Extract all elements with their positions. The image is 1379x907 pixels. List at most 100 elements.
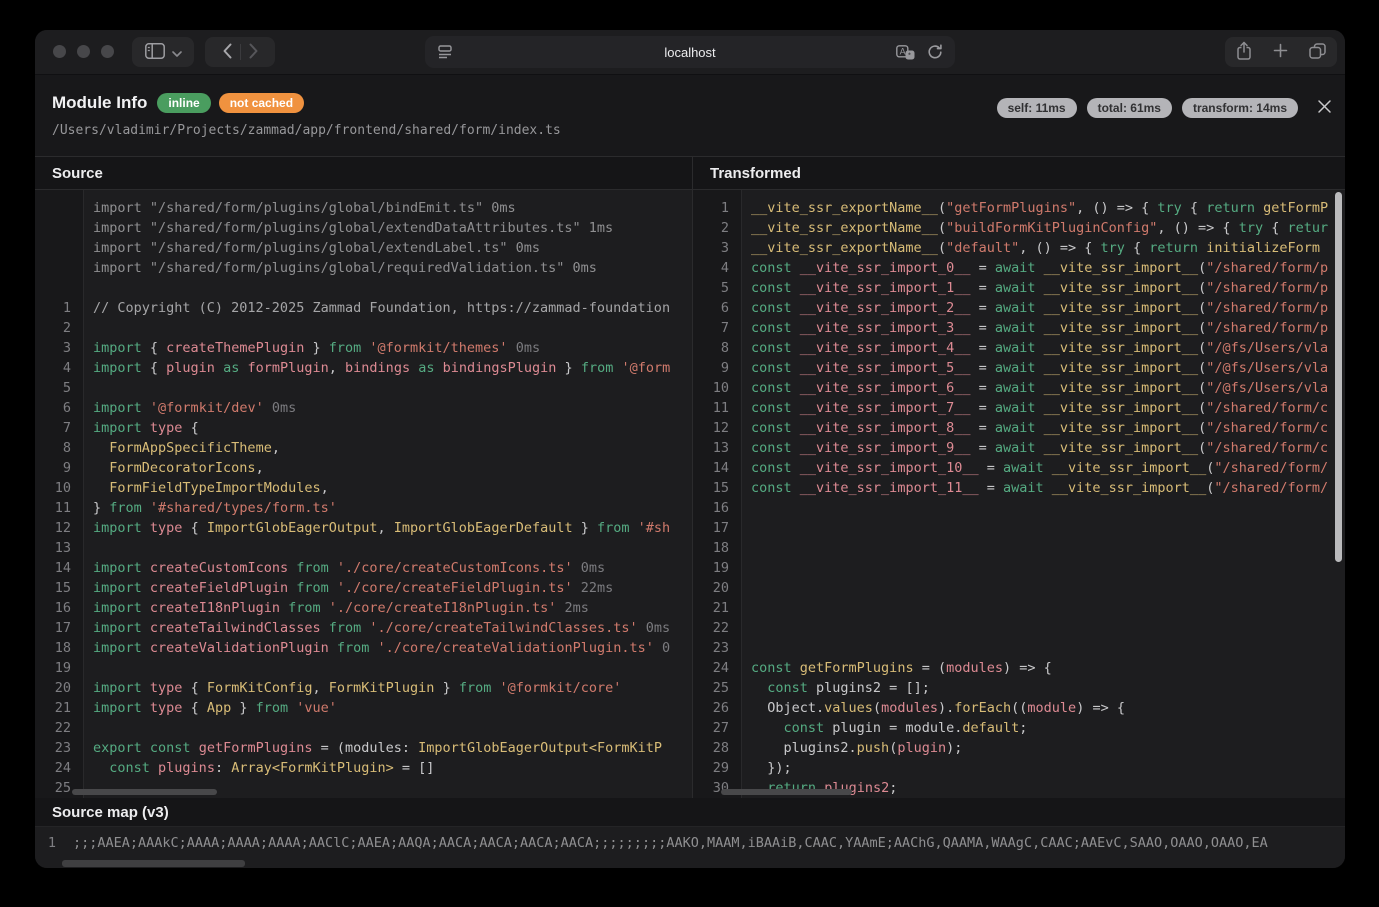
- address-bar[interactable]: localhost A*: [425, 36, 955, 68]
- code-line: import "/shared/form/plugins/global/exte…: [35, 238, 692, 258]
- sourcemap-code-view[interactable]: 1;;;AAEA;AAAkC;AAAA;AAAA;AAAA;AAClC;AAEA…: [35, 827, 1345, 868]
- new-tab-button[interactable]: [1273, 43, 1288, 61]
- chevron-down-icon: [172, 45, 182, 60]
- status-badge: not cached: [219, 93, 304, 113]
- code-line: 20import type { FormKitConfig, FormKitPl…: [35, 678, 692, 698]
- code-line: 24 const plugins: Array<FormKitPlugin> =…: [35, 758, 692, 778]
- browser-window: localhost A*: [35, 30, 1345, 868]
- desktop: localhost A*: [0, 0, 1379, 907]
- code-line: 14const __vite_ssr_import_10__ = await _…: [693, 458, 1345, 478]
- sidebar-icon: [145, 43, 165, 62]
- source-panel: Source import "/shared/form/plugins/glob…: [35, 157, 692, 798]
- code-line: [35, 278, 692, 298]
- code-line: 4import { plugin as formPlugin, bindings…: [35, 358, 692, 378]
- code-line: 20: [693, 578, 1345, 598]
- code-line: 1// Copyright (C) 2012-2025 Zammad Found…: [35, 298, 692, 318]
- back-button[interactable]: [223, 43, 232, 62]
- code-line: 3import { createThemePlugin } from '@for…: [35, 338, 692, 358]
- code-line: 23export const getFormPlugins = (modules…: [35, 738, 692, 758]
- nav-buttons: [205, 37, 275, 67]
- transformed-horizontal-scrollbar[interactable]: [721, 789, 852, 795]
- sourcemap-panel-header: Source map (v3): [35, 798, 1345, 827]
- code-line: 21import type { App } from 'vue': [35, 698, 692, 718]
- module-badges: inline not cached: [157, 93, 304, 113]
- code-line: 11const __vite_ssr_import_7__ = await __…: [693, 398, 1345, 418]
- chevron-left-icon: [223, 43, 232, 62]
- code-line: 23: [693, 638, 1345, 658]
- source-horizontal-scrollbar[interactable]: [72, 789, 217, 795]
- code-line: 7const __vite_ssr_import_3__ = await __v…: [693, 318, 1345, 338]
- code-line: 14import createCustomIcons from './core/…: [35, 558, 692, 578]
- page-title: Module Info: [52, 93, 147, 113]
- code-line: 19: [693, 558, 1345, 578]
- share-icon: [1236, 41, 1252, 63]
- sourcemap-panel: Source map (v3) 1;;;AAEA;AAAkC;AAAA;AAAA…: [35, 797, 1345, 868]
- code-line: 2: [35, 318, 692, 338]
- code-line: 3__vite_ssr_exportName__("default", () =…: [693, 238, 1345, 258]
- nav-divider: [240, 44, 241, 60]
- code-line: import "/shared/form/plugins/global/bind…: [35, 198, 692, 218]
- translate-icon[interactable]: A*: [896, 45, 915, 65]
- code-line: 21: [693, 598, 1345, 618]
- traffic-lights: [53, 45, 114, 58]
- code-line: 22: [693, 618, 1345, 638]
- plus-icon: [1273, 43, 1288, 61]
- code-line: 16import createI18nPlugin from './core/c…: [35, 598, 692, 618]
- code-line: 18: [693, 538, 1345, 558]
- code-line: 5: [35, 378, 692, 398]
- reload-icon[interactable]: [927, 44, 943, 65]
- code-panels: Source import "/shared/form/plugins/glob…: [35, 156, 1345, 797]
- sidebar-toggle-button[interactable]: [132, 37, 194, 67]
- module-info-header: Module Info inline not cached /Users/vlad…: [35, 75, 1345, 156]
- code-line: import "/shared/form/plugins/global/requ…: [35, 258, 692, 278]
- code-line: 16: [693, 498, 1345, 518]
- minimize-window-button[interactable]: [77, 45, 90, 58]
- code-line: 25 const plugins2 = [];: [693, 678, 1345, 698]
- timing-badge: self: 11ms: [997, 98, 1077, 118]
- close-icon: [1317, 102, 1332, 117]
- transformed-panel-header: Transformed: [693, 157, 1345, 190]
- code-line: 9 FormDecoratorIcons,: [35, 458, 692, 478]
- code-line: 12import type { ImportGlobEagerOutput, I…: [35, 518, 692, 538]
- tabs-icon: [1309, 43, 1326, 62]
- code-line: 13: [35, 538, 692, 558]
- sourcemap-panel-title: Source map (v3): [52, 804, 169, 821]
- chevron-right-icon: [249, 43, 258, 62]
- module-path: /Users/vladimir/Projects/zammad/app/fron…: [52, 123, 561, 138]
- transformed-panel: Transformed 1__vite_ssr_exportName__("ge…: [692, 157, 1345, 798]
- transformed-panel-title: Transformed: [710, 165, 801, 182]
- svg-text:*: *: [908, 50, 911, 59]
- code-line: 26 Object.values(modules).forEach((modul…: [693, 698, 1345, 718]
- code-line: 19: [35, 658, 692, 678]
- code-line: 8 FormAppSpecificTheme,: [35, 438, 692, 458]
- code-line: 11} from '#shared/types/form.ts': [35, 498, 692, 518]
- code-line: 18import createValidationPlugin from './…: [35, 638, 692, 658]
- code-line: 8const __vite_ssr_import_4__ = await __v…: [693, 338, 1345, 358]
- transformed-code-view[interactable]: 1__vite_ssr_exportName__("getFormPlugins…: [693, 190, 1345, 798]
- code-line: 25: [35, 778, 692, 798]
- browser-toolbar: localhost A*: [35, 30, 1345, 75]
- code-line: 27 const plugin = module.default;: [693, 718, 1345, 738]
- code-line: 4const __vite_ssr_import_0__ = await __v…: [693, 258, 1345, 278]
- code-line: 15const __vite_ssr_import_11__ = await _…: [693, 478, 1345, 498]
- code-line: 30 return plugins2;: [693, 778, 1345, 798]
- zoom-window-button[interactable]: [101, 45, 114, 58]
- share-button[interactable]: [1236, 41, 1252, 63]
- code-line: 13const __vite_ssr_import_9__ = await __…: [693, 438, 1345, 458]
- code-line: 17: [693, 518, 1345, 538]
- status-badge: inline: [157, 93, 210, 113]
- transformed-vertical-scrollbar[interactable]: [1335, 192, 1342, 562]
- code-line: 6import '@formkit/dev' 0ms: [35, 398, 692, 418]
- sourcemap-horizontal-scrollbar[interactable]: [62, 860, 245, 867]
- source-code-view[interactable]: import "/shared/form/plugins/global/bind…: [35, 190, 692, 798]
- code-line: 24const getFormPlugins = (modules) => {: [693, 658, 1345, 678]
- code-line: 17import createTailwindClasses from './c…: [35, 618, 692, 638]
- forward-button[interactable]: [249, 43, 258, 62]
- code-line: 12const __vite_ssr_import_8__ = await __…: [693, 418, 1345, 438]
- close-button[interactable]: [1315, 97, 1334, 119]
- code-line: 29 });: [693, 758, 1345, 778]
- close-window-button[interactable]: [53, 45, 66, 58]
- code-line: 1;;;AAEA;AAAkC;AAAA;AAAA;AAAA;AAClC;AAEA…: [35, 833, 1345, 853]
- code-line: 10const __vite_ssr_import_6__ = await __…: [693, 378, 1345, 398]
- tab-overview-button[interactable]: [1309, 43, 1326, 62]
